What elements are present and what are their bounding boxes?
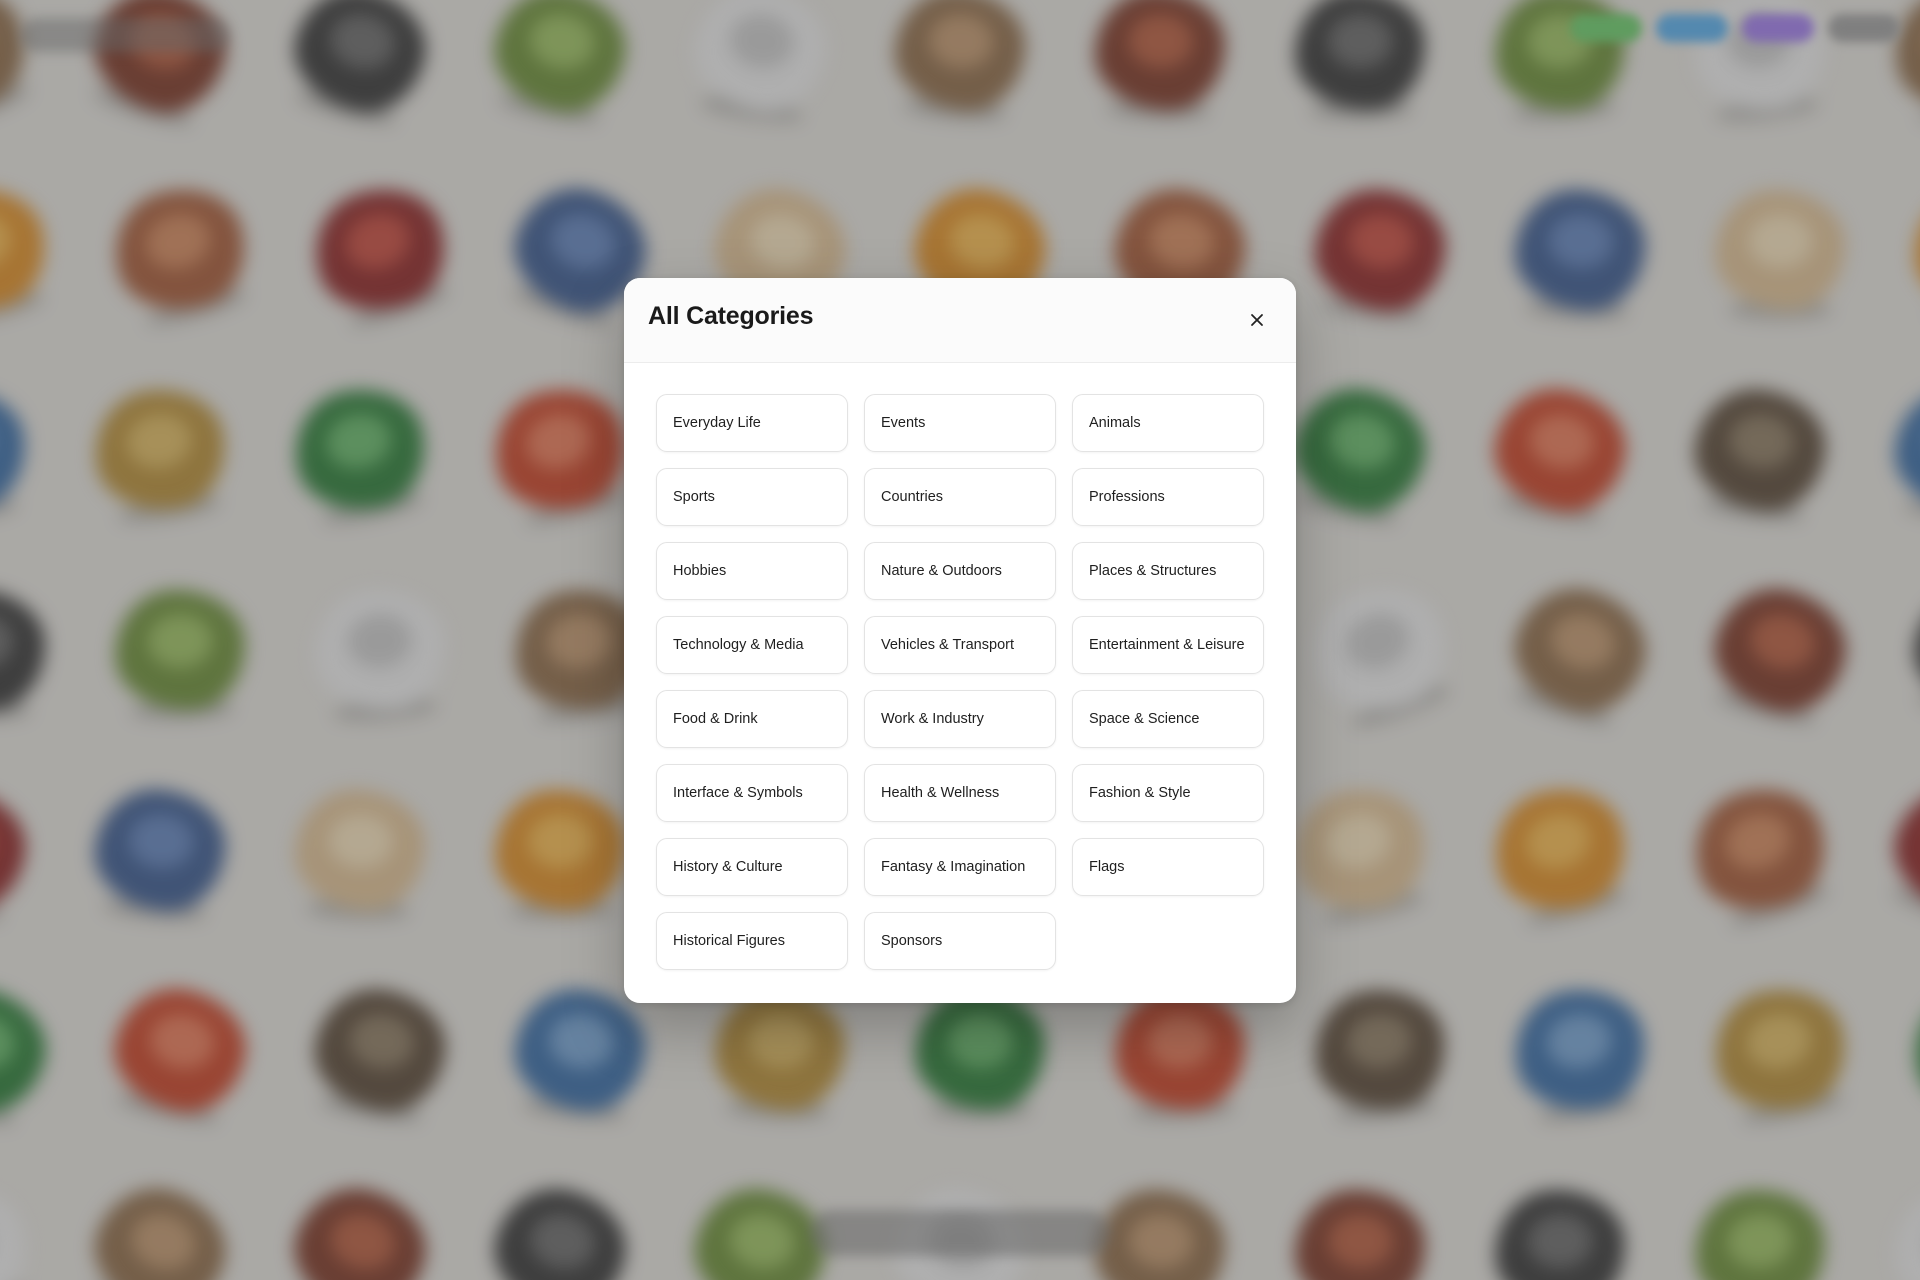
category-button[interactable]: Technology & Media bbox=[656, 616, 848, 674]
modal-body: Everyday Life Events Animals Sports Countrie… bbox=[656, 394, 1264, 970]
category-button[interactable]: Sponsors bbox=[864, 912, 1056, 970]
category-button[interactable]: Countries bbox=[864, 468, 1056, 526]
categories-modal: All Categories Everyday Life Events Animal… bbox=[624, 278, 1296, 1003]
category-button[interactable]: Interface & Symbols bbox=[656, 764, 848, 822]
close-button[interactable] bbox=[1240, 303, 1274, 337]
category-button[interactable]: Nature & Outdoors bbox=[864, 542, 1056, 600]
category-button[interactable]: Hobbies bbox=[656, 542, 848, 600]
category-button[interactable]: Fashion & Style bbox=[1072, 764, 1264, 822]
category-button[interactable]: Professions bbox=[1072, 468, 1264, 526]
category-button[interactable]: Animals bbox=[1072, 394, 1264, 452]
category-button[interactable]: Food & Drink bbox=[656, 690, 848, 748]
close-icon bbox=[1249, 312, 1265, 328]
category-button[interactable]: Events bbox=[864, 394, 1056, 452]
category-grid: Everyday Life Events Animals Sports Countrie… bbox=[656, 394, 1264, 970]
category-button[interactable]: Everyday Life bbox=[656, 394, 848, 452]
modal-title: All Categories bbox=[648, 302, 814, 330]
category-button[interactable]: Places & Structures bbox=[1072, 542, 1264, 600]
category-button[interactable]: Historical Figures bbox=[656, 912, 848, 970]
category-button[interactable]: Vehicles & Transport bbox=[864, 616, 1056, 674]
category-button[interactable]: History & Culture bbox=[656, 838, 848, 896]
category-button[interactable]: Sports bbox=[656, 468, 848, 526]
category-button[interactable]: Fantasy & Imagination bbox=[864, 838, 1056, 896]
category-button[interactable]: Flags bbox=[1072, 838, 1264, 896]
category-button[interactable]: Entertainment & Leisure bbox=[1072, 616, 1264, 674]
category-button[interactable]: Space & Science bbox=[1072, 690, 1264, 748]
category-button[interactable]: Health & Wellness bbox=[864, 764, 1056, 822]
modal-header: All Categories bbox=[624, 278, 1296, 363]
category-button[interactable]: Work & Industry bbox=[864, 690, 1056, 748]
